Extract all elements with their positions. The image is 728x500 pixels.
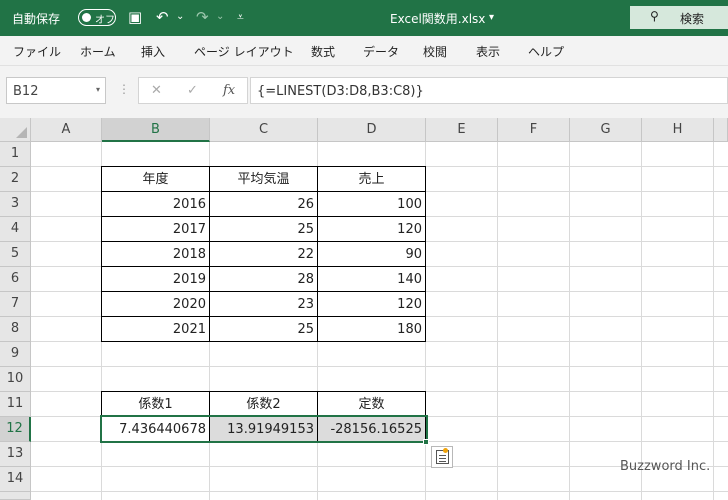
document-title: Excel関数用.xlsx <box>390 12 486 26</box>
gridline <box>497 142 498 500</box>
customize-quick-access-icon[interactable]: ⩡ <box>237 8 244 26</box>
table-cell[interactable]: 25 <box>209 216 318 242</box>
tab-page-layout[interactable]: ページ レイアウト <box>194 43 294 60</box>
gridline <box>31 366 728 367</box>
tab-formulas[interactable]: 数式 <box>311 43 335 60</box>
table-cell[interactable]: 28 <box>209 266 318 292</box>
row-header-5[interactable]: 5 <box>0 242 31 267</box>
table-cell[interactable]: 25 <box>209 316 318 342</box>
table-cell[interactable]: 26 <box>209 191 318 217</box>
autosave-toggle[interactable]: オフ <box>78 9 116 26</box>
tab-view[interactable]: 表示 <box>476 43 500 60</box>
fill-handle[interactable] <box>423 439 429 445</box>
table-cell[interactable]: 2017 <box>101 216 210 242</box>
tab-file[interactable]: ファイル <box>13 43 61 60</box>
formula-bar-handle-icon[interactable]: ⋮ <box>118 82 130 96</box>
row-header-14[interactable]: 14 <box>0 467 31 492</box>
table-cell[interactable]: 2020 <box>101 291 210 317</box>
column-header-i[interactable] <box>714 118 728 142</box>
tab-data[interactable]: データ <box>363 43 399 60</box>
table-cell[interactable]: 140 <box>317 266 426 292</box>
row-header-10[interactable]: 10 <box>0 367 31 392</box>
name-box[interactable]: B12 ▾ <box>6 77 106 104</box>
selection-range <box>100 415 428 443</box>
gridline <box>569 142 570 500</box>
insert-function-icon[interactable]: fx <box>223 83 235 98</box>
tab-review[interactable]: 校閲 <box>423 43 447 60</box>
toggle-knob <box>82 13 91 22</box>
row-header-3[interactable]: 3 <box>0 192 31 217</box>
search-label: 検索 <box>680 12 705 26</box>
quick-analysis-button[interactable] <box>431 446 453 468</box>
table-cell[interactable]: 2016 <box>101 191 210 217</box>
table-cell[interactable]: 100 <box>317 191 426 217</box>
row-header-8[interactable]: 8 <box>0 317 31 342</box>
save-icon[interactable]: ▣ <box>128 8 142 26</box>
table-cell[interactable]: 120 <box>317 216 426 242</box>
column-header-c[interactable]: C <box>210 118 318 142</box>
table-header-avg-temp[interactable]: 平均気温 <box>209 166 318 192</box>
tab-insert[interactable]: 挿入 <box>141 43 165 60</box>
table-cell[interactable]: 22 <box>209 241 318 267</box>
row-header-7[interactable]: 7 <box>0 292 31 317</box>
autosave-state: オフ <box>95 15 115 26</box>
table-cell[interactable]: 2021 <box>101 316 210 342</box>
search-icon: ⚲ <box>650 9 659 23</box>
table-cell[interactable]: 120 <box>317 291 426 317</box>
formula-bar-area: B12 ▾ ⋮ ✕ ✓ fx {=LINEST(D3:D8,B3:C8)} <box>0 66 728 118</box>
column-header-b[interactable]: B <box>102 118 210 142</box>
watermark: Buzzword Inc. <box>620 459 711 474</box>
table-cell[interactable]: 23 <box>209 291 318 317</box>
undo-dropdown-icon[interactable]: ⌄ <box>176 8 184 26</box>
row-header-9[interactable]: 9 <box>0 342 31 367</box>
result-header-constant[interactable]: 定数 <box>317 391 426 417</box>
name-box-value: B12 <box>13 84 39 99</box>
result-header-coef2[interactable]: 係数2 <box>209 391 318 417</box>
select-all-button[interactable] <box>0 118 31 142</box>
row-header-1[interactable]: 1 <box>0 142 31 167</box>
autosave-label: 自動保存 <box>12 12 61 26</box>
title-dropdown-icon[interactable]: ▾ <box>489 12 494 23</box>
tab-home[interactable]: ホーム <box>80 43 116 60</box>
table-header-year[interactable]: 年度 <box>101 166 210 192</box>
title-bar: 自動保存 オフ ▣ ↶ ⌄ ↷ ⌄ ⩡ Excel関数用.xlsx ▾ ⚲ 検索 <box>0 0 728 36</box>
worksheet-grid[interactable]: A B C D E F G H 1 2 3 4 5 6 7 8 9 10 11 … <box>0 118 728 500</box>
column-header-g[interactable]: G <box>570 118 642 142</box>
row-header-15[interactable] <box>0 492 31 500</box>
sparkle-icon <box>443 448 448 453</box>
table-cell[interactable]: 2019 <box>101 266 210 292</box>
column-header-f[interactable]: F <box>498 118 570 142</box>
table-cell[interactable]: 90 <box>317 241 426 267</box>
row-header-12[interactable]: 12 <box>0 417 31 442</box>
formula-text: {=LINEST(D3:D8,B3:C8)} <box>257 84 424 99</box>
gridline <box>31 491 728 492</box>
undo-icon[interactable]: ↶ <box>156 8 169 26</box>
row-header-4[interactable]: 4 <box>0 217 31 242</box>
formula-input[interactable]: {=LINEST(D3:D8,B3:C8)} <box>250 77 728 104</box>
row-header-13[interactable]: 13 <box>0 442 31 467</box>
enter-icon[interactable]: ✓ <box>187 83 198 98</box>
column-header-d[interactable]: D <box>318 118 426 142</box>
table-header-sales[interactable]: 売上 <box>317 166 426 192</box>
name-box-dropdown-icon[interactable]: ▾ <box>96 85 100 94</box>
select-all-icon <box>16 127 27 138</box>
ribbon-tabs: ファイル ホーム 挿入 ページ レイアウト 数式 データ 校閲 表示 ヘルプ <box>0 36 728 66</box>
search-box[interactable]: ⚲ 検索 <box>630 6 728 29</box>
column-header-h[interactable]: H <box>642 118 714 142</box>
table-cell[interactable]: 180 <box>317 316 426 342</box>
row-header-6[interactable]: 6 <box>0 267 31 292</box>
column-header-e[interactable]: E <box>426 118 498 142</box>
redo-dropdown-icon[interactable]: ⌄ <box>216 8 224 26</box>
tab-help[interactable]: ヘルプ <box>528 43 564 60</box>
redo-icon[interactable]: ↷ <box>196 8 209 26</box>
cancel-icon[interactable]: ✕ <box>151 83 162 98</box>
row-header-11[interactable]: 11 <box>0 392 31 417</box>
result-header-coef1[interactable]: 係数1 <box>101 391 210 417</box>
table-cell[interactable]: 2018 <box>101 241 210 267</box>
row-header-2[interactable]: 2 <box>0 167 31 192</box>
formula-buttons: ✕ ✓ fx <box>138 77 248 104</box>
column-header-a[interactable]: A <box>31 118 102 142</box>
gridline <box>713 142 714 500</box>
gridline <box>641 142 642 500</box>
